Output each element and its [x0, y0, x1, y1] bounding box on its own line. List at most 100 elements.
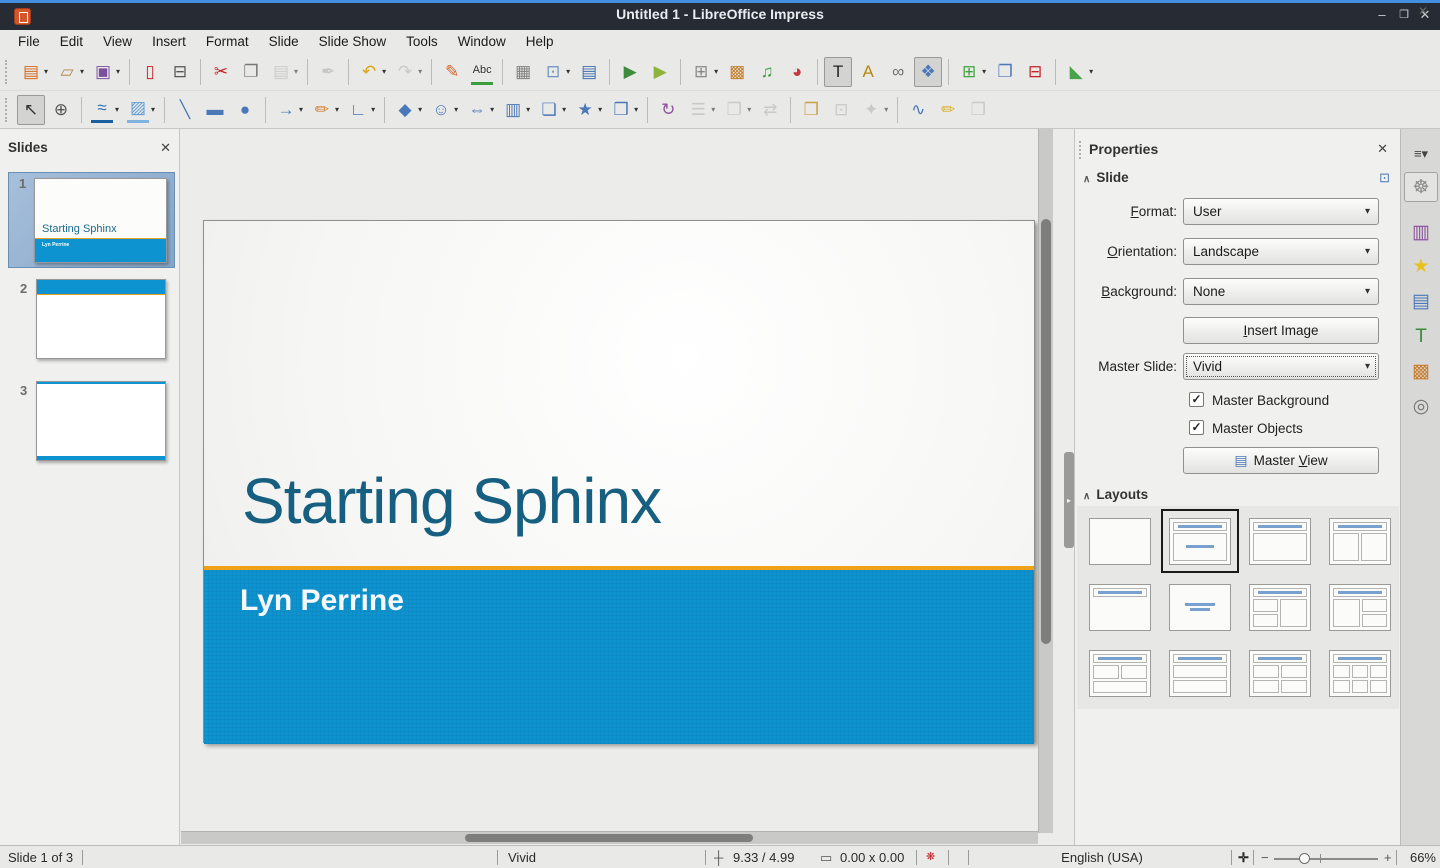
tab-slide-transition[interactable]: ▥ — [1404, 218, 1438, 248]
dropdown-arrow-icon[interactable]: ▾ — [116, 67, 120, 76]
dropdown-arrow-icon[interactable]: ▾ — [151, 105, 155, 114]
unsaved-changes-icon[interactable]: ❋ — [926, 850, 935, 863]
cut-button[interactable]: ✂▾ — [207, 57, 235, 87]
layout-title-slide[interactable] — [1161, 509, 1239, 573]
callout-shapes-button[interactable]: ❏▾ — [535, 95, 569, 125]
zoom-in-button[interactable]: + — [1384, 850, 1392, 865]
display-grid-button[interactable]: ▦▾ — [509, 57, 537, 87]
show-draw-functions-button[interactable]: ❖▾ — [914, 57, 942, 87]
display-views-button[interactable]: ⊡▾ — [539, 57, 573, 87]
dropdown-arrow-icon[interactable]: ▾ — [634, 105, 638, 114]
layout-6content[interactable] — [1321, 641, 1399, 705]
menu-tools[interactable]: Tools — [396, 32, 448, 51]
menu-file[interactable]: File — [8, 32, 50, 51]
close-document-button[interactable]: ✕ — [1418, 4, 1428, 18]
menu-insert[interactable]: Insert — [142, 32, 196, 51]
dropdown-arrow-icon[interactable]: ▾ — [80, 67, 84, 76]
star-shapes-button[interactable]: ★▾ — [571, 95, 605, 125]
dropdown-arrow-icon[interactable]: ▾ — [454, 105, 458, 114]
horizontal-scrollbar[interactable] — [181, 831, 1038, 844]
master-objects-checkbox[interactable]: ✓ — [1189, 420, 1204, 435]
collapse-arrow-icon[interactable]: ∧ — [1083, 174, 1090, 185]
slide-canvas[interactable]: Starting Sphinx Lyn Perrine — [203, 220, 1035, 743]
vertical-scrollbar-thumb[interactable] — [1041, 219, 1051, 644]
layout-title-only[interactable] — [1081, 575, 1159, 639]
dropdown-arrow-icon[interactable]: ▾ — [299, 105, 303, 114]
insert-line-button[interactable]: ╲▾ — [171, 95, 199, 125]
menu-format[interactable]: Format — [196, 32, 259, 51]
transformations-button[interactable]: ⇄▾ — [756, 95, 784, 125]
layout-2content-over-content[interactable] — [1081, 641, 1159, 705]
menu-help[interactable]: Help — [516, 32, 564, 51]
layout-title-two-content[interactable] — [1321, 509, 1399, 573]
layout-title-content[interactable] — [1241, 509, 1319, 573]
insert-table-button[interactable]: ⊞▾ — [687, 57, 721, 87]
language-status[interactable]: English (USA) — [1032, 850, 1172, 865]
menu-view[interactable]: View — [93, 32, 142, 51]
dropdown-arrow-icon[interactable]: ▾ — [371, 105, 375, 114]
symbol-shapes-button[interactable]: ☺▾ — [427, 95, 461, 125]
collapse-arrow-icon[interactable]: ∧ — [1083, 491, 1090, 502]
select-tool-button[interactable]: ↖▾ — [17, 95, 45, 125]
slide-title-area[interactable]: Starting Sphinx — [204, 221, 1034, 566]
block-arrows-button[interactable]: ⇔▾ — [463, 95, 497, 125]
master-slide-dropdown[interactable]: Vivid — [1183, 353, 1379, 380]
dropdown-arrow-icon[interactable]: ▾ — [884, 105, 888, 114]
dropdown-arrow-icon[interactable]: ▾ — [382, 67, 386, 76]
find-replace-button[interactable]: ✎▾ — [438, 57, 466, 87]
dropdown-arrow-icon[interactable]: ▾ — [115, 105, 119, 114]
minimize-button[interactable]: – — [1372, 5, 1392, 25]
delete-slide-button[interactable]: ⊟▾ — [1021, 57, 1049, 87]
insert-text-box-button[interactable]: T▾ — [824, 57, 852, 87]
zoom-slider-track[interactable] — [1274, 858, 1378, 860]
slide-section-header[interactable]: ∧Slide — [1083, 170, 1129, 185]
dropdown-arrow-icon[interactable]: ▾ — [711, 105, 715, 114]
dropdown-arrow-icon[interactable]: ▾ — [335, 105, 339, 114]
sidebar-collapse-handle[interactable]: ▸ — [1064, 452, 1074, 548]
slide-subtitle-text[interactable]: Lyn Perrine — [240, 584, 404, 618]
dropdown-arrow-icon[interactable]: ▾ — [44, 67, 48, 76]
layout-content-and-2content[interactable] — [1321, 575, 1399, 639]
display-modes-button[interactable]: ▤▾ — [575, 57, 603, 87]
start-from-first-slide-button[interactable]: ▶▾ — [616, 57, 644, 87]
restore-button[interactable]: ❐ — [1394, 5, 1414, 25]
slides-panel-close-icon[interactable]: ✕ — [160, 140, 171, 156]
background-dropdown[interactable]: None — [1183, 278, 1379, 305]
master-background-checkbox[interactable]: ✓ — [1189, 392, 1204, 407]
properties-panel-close-icon[interactable]: ✕ — [1377, 141, 1388, 157]
toolbar-grip[interactable] — [5, 98, 11, 122]
fit-slide-icon[interactable]: ✛ — [1238, 850, 1249, 866]
vertical-scrollbar[interactable] — [1038, 129, 1053, 833]
connectors-button[interactable]: ∟▾ — [344, 95, 378, 125]
zoom-out-button[interactable]: − — [1261, 850, 1269, 865]
layout-content-over-content[interactable] — [1161, 641, 1239, 705]
ellipse-button[interactable]: ●▾ — [231, 95, 259, 125]
lines-and-arrows-button[interactable]: →▾ — [272, 95, 306, 125]
edit-points-button[interactable]: ∿▾ — [904, 95, 932, 125]
basic-shapes-button[interactable]: ◆▾ — [391, 95, 425, 125]
tab-animation[interactable]: ★ — [1404, 252, 1438, 282]
tab-master-slides[interactable]: ▤ — [1404, 287, 1438, 317]
undo-button[interactable]: ↶▾ — [355, 57, 389, 87]
dropdown-arrow-icon[interactable]: ▾ — [526, 105, 530, 114]
sidebar-menu-icon[interactable]: ≡▾ — [1404, 139, 1438, 169]
image-filter-button[interactable]: ✦▾ — [857, 95, 891, 125]
duplicate-slide-button[interactable]: ❐▾ — [991, 57, 1019, 87]
layout-2content-and-content[interactable] — [1241, 575, 1319, 639]
print-button[interactable]: ⊟▾ — [166, 57, 194, 87]
layout-4content[interactable] — [1241, 641, 1319, 705]
format-dropdown[interactable]: User — [1183, 198, 1379, 225]
more-options-icon[interactable]: ⊡ — [1379, 170, 1390, 186]
panel-grip[interactable] — [1079, 141, 1081, 159]
insert-chart-button[interactable]: ◕▾ — [783, 57, 811, 87]
clone-formatting-button[interactable]: ✒▾ — [314, 57, 342, 87]
orientation-dropdown[interactable]: Landscape — [1183, 238, 1379, 265]
dropdown-arrow-icon[interactable]: ▾ — [418, 67, 422, 76]
dropdown-arrow-icon[interactable]: ▾ — [714, 67, 718, 76]
slide-thumbnail-1-selection[interactable]: 1 Starting Sphinx Lyn Perrine — [8, 172, 175, 268]
flowchart-shapes-button[interactable]: ▥▾ — [499, 95, 533, 125]
tab-styles[interactable]: T — [1404, 322, 1438, 352]
slide-thumbnail-1[interactable]: Starting Sphinx Lyn Perrine — [34, 178, 167, 263]
redo-button[interactable]: ↷▾ — [391, 57, 425, 87]
insert-fontwork-button[interactable]: A▾ — [854, 57, 882, 87]
